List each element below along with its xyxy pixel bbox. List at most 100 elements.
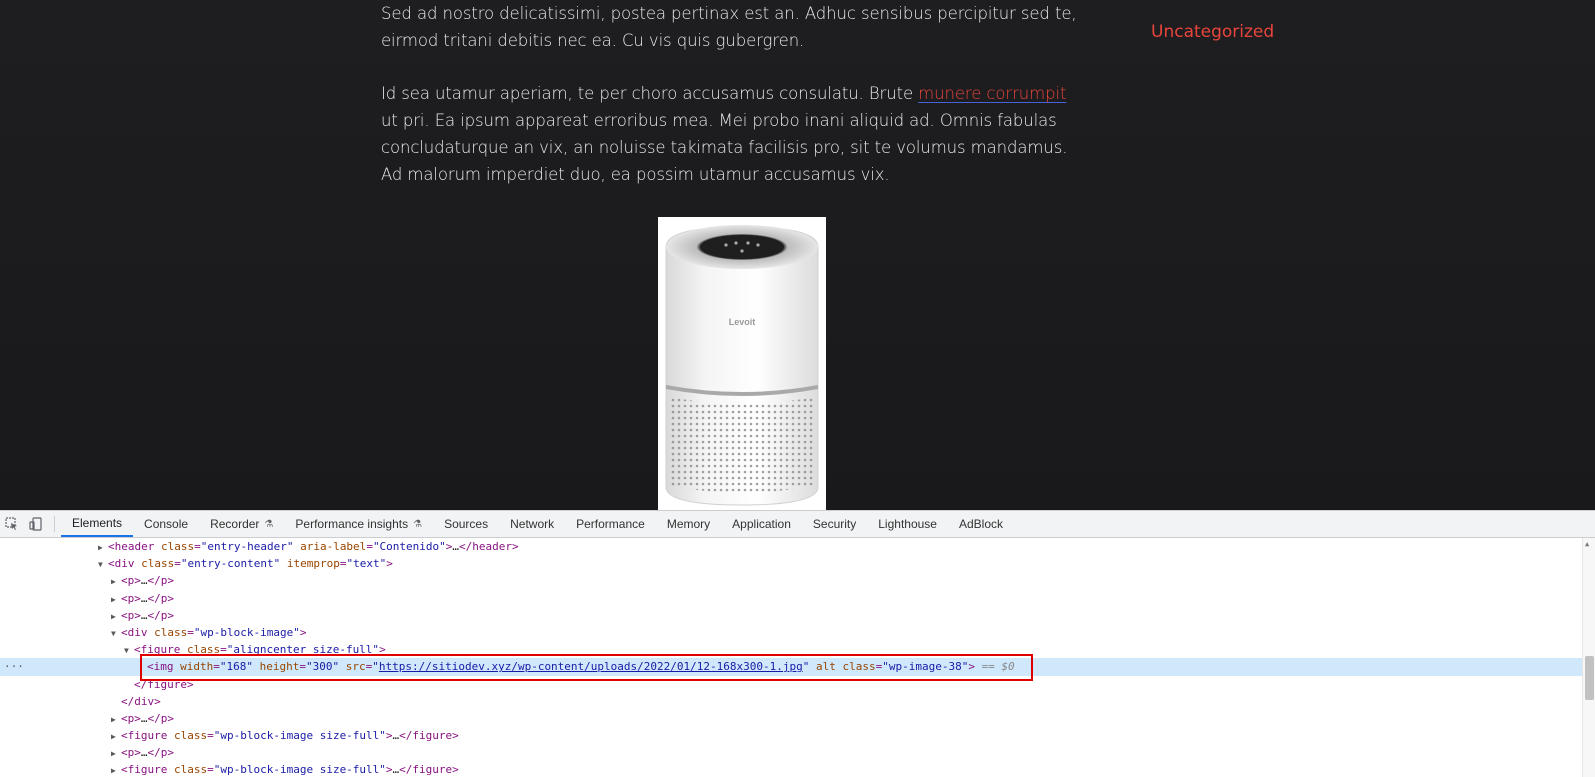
dom-node-markup: </div> xyxy=(121,694,161,708)
scroll-up-arrow-icon[interactable]: ▲ xyxy=(1585,540,1589,548)
dom-node-markup: </figure> xyxy=(134,677,194,691)
brand-logo: Levoit xyxy=(729,317,756,327)
dom-node-markup: <div class="wp-block-image"> xyxy=(121,625,307,639)
dom-node-markup: <figure class="wp-block-image size-full"… xyxy=(121,763,459,777)
tab-label: Recorder xyxy=(210,517,260,531)
dom-node-markup: <p>…</p> xyxy=(121,608,174,622)
collapsed-triangle-icon[interactable]: ▶ xyxy=(98,539,108,556)
dom-node[interactable]: ▶ <p>…</p> xyxy=(0,744,1595,761)
dom-node-content: ▼ <div class="wp-block-image"> xyxy=(111,624,306,642)
dom-tree-scrollbar[interactable]: ▲ xyxy=(1582,538,1595,777)
tab-label: AdBlock xyxy=(958,517,1003,531)
dom-node-markup: <img width="168" height="300" src="https… xyxy=(147,660,1015,674)
tab-application[interactable]: Application xyxy=(721,511,802,537)
collapsed-triangle-icon[interactable]: ▶ xyxy=(111,591,121,608)
dom-node-markup: <figure class="wp-block-image size-full"… xyxy=(121,729,459,743)
dom-node-content: ▶ <p>…</p> xyxy=(111,744,174,762)
dom-node-content: <img width="168" height="300" src="https… xyxy=(137,658,1015,675)
tab-lighthouse[interactable]: Lighthouse xyxy=(867,511,948,537)
dom-node-markup: <div class="entry-content" itemprop="tex… xyxy=(108,557,393,571)
elements-dom-tree: ▶ <header class="entry-header" aria-label… xyxy=(0,538,1595,777)
tab-label: Security xyxy=(812,517,857,531)
tab-memory[interactable]: Memory xyxy=(656,511,721,537)
article-paragraph-2: Id sea utamur aperiam, te per choro accu… xyxy=(381,80,1081,188)
dom-node[interactable]: </div> xyxy=(0,693,1595,710)
tab-performance[interactable]: Performance xyxy=(565,511,656,537)
dom-node[interactable]: ▶ <figure class="wp-block-image size-full… xyxy=(0,761,1595,777)
article-content: Sed ad nostro delicatissimi, postea pert… xyxy=(381,0,1081,214)
collapsed-triangle-icon[interactable]: ▶ xyxy=(111,711,121,728)
tab-performance-insights[interactable]: Performance insights ⚗ xyxy=(284,511,433,537)
dom-node-markup: <p>…</p> xyxy=(121,711,174,725)
dom-node-content: ▶ <header class="entry-header" aria-label… xyxy=(98,538,519,556)
tab-elements[interactable]: Elements xyxy=(61,511,134,537)
dom-node-content: ▶ <p>…</p> xyxy=(111,710,174,728)
dom-node-content: ▼ <div class="entry-content" itemprop="te… xyxy=(98,555,393,573)
device-toolbar-icon[interactable] xyxy=(24,511,48,537)
dom-node-content: ▶ <figure class="wp-block-image size-full… xyxy=(111,761,459,777)
tab-sources[interactable]: Sources xyxy=(433,511,499,537)
dom-node-content: ▶ <p>…</p> xyxy=(111,607,174,625)
tabbar-divider xyxy=(54,516,55,532)
experimental-beaker-icon: ⚗ xyxy=(264,518,274,530)
dom-node-content: ▶ <p>…</p> xyxy=(111,590,174,608)
tab-security[interactable]: Security xyxy=(802,511,867,537)
tab-label: Performance xyxy=(576,517,645,531)
expanded-triangle-icon[interactable]: ▼ xyxy=(98,556,108,573)
dom-node-content: ▶ <p>…</p> xyxy=(111,572,174,590)
dom-node[interactable]: ▶ <figure class="wp-block-image size-full… xyxy=(0,727,1595,744)
dom-node[interactable]: ▼ <figure class="aligncenter size-full"> xyxy=(0,641,1595,658)
tab-label: Application xyxy=(732,517,791,531)
dom-node-content: </figure> xyxy=(124,676,194,693)
tab-label: Console xyxy=(144,517,189,531)
node-actions-ellipsis-icon[interactable]: ··· xyxy=(4,658,24,675)
dom-node-markup: <figure class="aligncenter size-full"> xyxy=(134,643,386,657)
collapsed-triangle-icon[interactable]: ▶ xyxy=(111,573,121,590)
dom-node[interactable]: ▶ <p>…</p> xyxy=(0,607,1595,624)
paragraph-text: ut pri. Ea ipsum appareat erroribus mea.… xyxy=(381,111,1068,184)
collapsed-triangle-icon[interactable]: ▶ xyxy=(111,745,121,762)
tab-network[interactable]: Network xyxy=(499,511,565,537)
tab-label: Memory xyxy=(666,517,711,531)
collapsed-triangle-icon[interactable]: ▶ xyxy=(111,608,121,625)
product-image-air-purifier: Levoit xyxy=(658,217,826,510)
dom-node[interactable]: ▶ <header class="entry-header" aria-label… xyxy=(0,538,1595,555)
collapsed-triangle-icon[interactable]: ▶ xyxy=(111,728,121,745)
dom-node[interactable]: ▼ <div class="wp-block-image"> xyxy=(0,624,1595,641)
website-viewport: Sed ad nostro delicatissimi, postea pert… xyxy=(0,0,1595,510)
paragraph-text: Id sea utamur aperiam, te per choro accu… xyxy=(381,84,919,103)
tab-label: Elements xyxy=(72,516,123,530)
tab-label: Network xyxy=(510,517,555,531)
air-purifier-illustration: Levoit xyxy=(665,225,819,506)
dom-node-content: </div> xyxy=(111,693,161,710)
dom-node[interactable]: </figure> xyxy=(0,676,1595,693)
devtools-tabs: Elements Console Recorder ⚗ Performance insi… xyxy=(61,511,1014,537)
dom-node-markup: <p>…</p> xyxy=(121,591,174,605)
expanded-triangle-icon[interactable]: ▼ xyxy=(111,625,121,642)
dom-node[interactable]: ▼ <div class="entry-content" itemprop="te… xyxy=(0,555,1595,572)
dom-node-markup: <header class="entry-header" aria-label=… xyxy=(108,540,519,553)
dom-node[interactable]: ▶ <p>…</p> xyxy=(0,572,1595,589)
devtools-tabbar: Elements Console Recorder ⚗ Performance insi… xyxy=(0,511,1595,538)
dom-node-markup: <p>…</p> xyxy=(121,746,174,760)
dom-node[interactable]: ▶ <p>…</p> xyxy=(0,710,1595,727)
dom-node-content: ▼ <figure class="aligncenter size-full"> xyxy=(124,641,386,659)
dom-node[interactable]: ▶ <p>…</p> xyxy=(0,590,1595,607)
tab-label: Sources xyxy=(444,517,489,531)
dom-node-content: ▶ <figure class="wp-block-image size-full… xyxy=(111,727,459,745)
scrollbar-thumb[interactable] xyxy=(1585,656,1594,700)
tab-console[interactable]: Console xyxy=(133,511,199,537)
devtools-panel: Elements Console Recorder ⚗ Performance insi… xyxy=(0,510,1595,777)
experimental-beaker-icon: ⚗ xyxy=(413,518,423,530)
dom-node-markup: <p>…</p> xyxy=(121,574,174,588)
expanded-triangle-icon[interactable]: ▼ xyxy=(124,642,134,659)
tab-recorder[interactable]: Recorder ⚗ xyxy=(199,511,284,537)
inspect-element-icon[interactable] xyxy=(0,511,24,537)
tab-label: Lighthouse xyxy=(878,517,937,531)
dom-node-selected[interactable]: ··· <img width="168" height="300" src="ht… xyxy=(0,658,1595,676)
munere-corrumpit-link[interactable]: munere corrumpit xyxy=(918,84,1066,103)
article-paragraph-1: Sed ad nostro delicatissimi, postea pert… xyxy=(381,4,1077,50)
collapsed-triangle-icon[interactable]: ▶ xyxy=(111,762,121,777)
tab-adblock[interactable]: AdBlock xyxy=(948,511,1014,537)
category-link-uncategorized[interactable]: Uncategorized xyxy=(1151,22,1274,42)
